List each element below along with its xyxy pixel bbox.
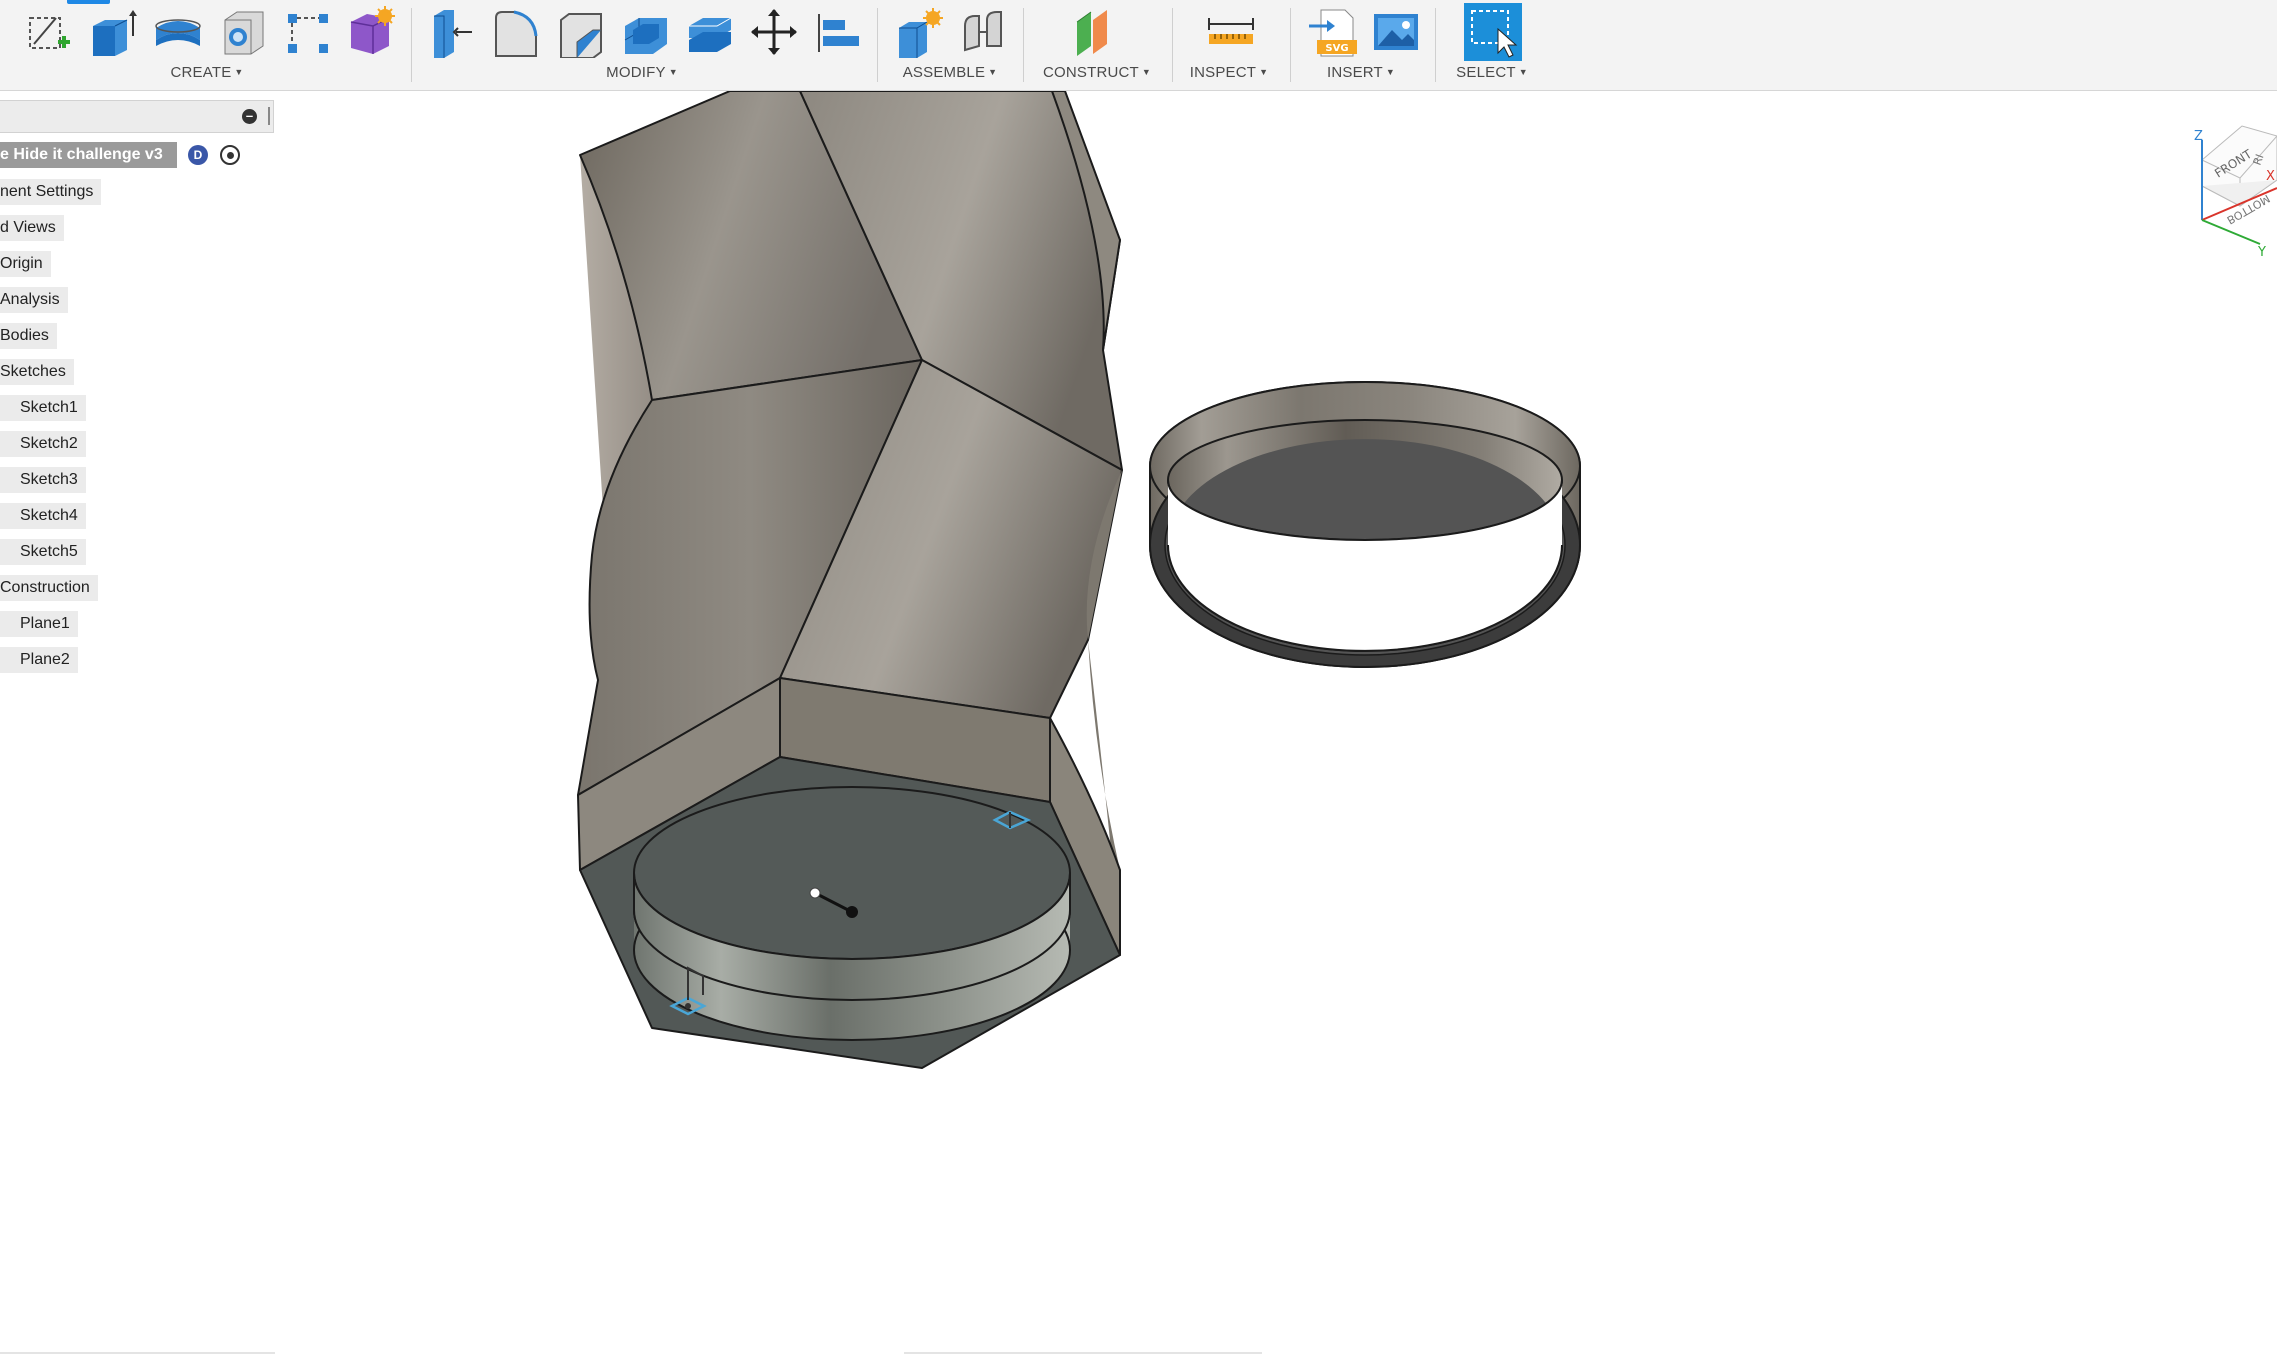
browser-item-label: Analysis <box>0 291 60 308</box>
create-menu[interactable]: CREATE ▼ <box>170 64 243 81</box>
axis-y-label: Y <box>2257 245 2266 260</box>
insert-svg-icon[interactable]: SVG <box>1307 6 1359 58</box>
browser-item-label: nent Settings <box>0 183 94 200</box>
chevron-down-icon: ▼ <box>1385 67 1396 77</box>
browser-item-label: Sketch1 <box>20 399 78 416</box>
construct-menu-label: CONSTRUCT <box>1042 64 1139 81</box>
shell-icon[interactable] <box>619 6 671 58</box>
browser-item-sketch5[interactable]: Sketch5 <box>0 539 86 565</box>
browser-root-label: e Hide it challenge v3 <box>0 146 163 163</box>
browser-item-plane1[interactable]: Plane1 <box>0 611 78 637</box>
insert-menu[interactable]: INSERT ▼ <box>1327 64 1395 81</box>
browser-item-label: Sketch5 <box>20 543 78 560</box>
toolbar-divider <box>411 8 412 82</box>
combine-icon[interactable] <box>683 6 735 58</box>
viewcube[interactable]: FRONT BOTTOM RI Z X Y <box>2190 120 2277 260</box>
move-icon[interactable] <box>748 6 800 58</box>
bottom-divider <box>0 1352 275 1354</box>
browser-item-sketches[interactable]: Sketches <box>0 359 74 385</box>
browser-panel: – e Hide it challenge v3 D nent Settings… <box>0 92 280 692</box>
new-component-icon[interactable] <box>893 6 945 58</box>
browser-item-sketch4[interactable]: Sketch4 <box>0 503 86 529</box>
insert-image-icon[interactable] <box>1370 6 1422 58</box>
insert-menu-label: INSERT <box>1326 64 1383 81</box>
browser-item-label: Sketches <box>0 363 66 380</box>
assemble-menu-label: ASSEMBLE <box>902 64 986 81</box>
browser-item-label: Sketch2 <box>20 435 78 452</box>
measure-icon[interactable] <box>1205 6 1257 58</box>
browser-item-label: Construction <box>0 579 90 596</box>
badge-label: D <box>193 148 203 162</box>
browser-item-origin[interactable]: Origin <box>0 251 51 277</box>
hole-icon[interactable] <box>217 6 269 58</box>
construct-menu[interactable]: CONSTRUCT ▼ <box>1043 64 1151 81</box>
create-sketch-icon[interactable] <box>22 6 74 58</box>
toolbar-divider <box>1172 8 1173 82</box>
browser-item-label: d Views <box>0 219 56 236</box>
ring-body[interactable] <box>1149 381 1581 668</box>
browser-root-document[interactable]: e Hide it challenge v3 <box>0 142 177 168</box>
inspect-menu[interactable]: INSPECT ▼ <box>1190 64 1269 81</box>
document-badge-icon[interactable]: D <box>188 145 208 165</box>
browser-item-label: Sketch4 <box>20 507 78 524</box>
collapse-icon[interactable]: – <box>242 109 257 124</box>
toolbar: CREATE ▼ MODIFY ▼ ASSEMBLE ▼ CONSTRUCT ▼ INS… <box>0 0 2277 91</box>
svg-badge-label: SVG <box>1325 43 1348 54</box>
browser-item-sketch3[interactable]: Sketch3 <box>0 467 86 493</box>
fillet-icon[interactable] <box>490 6 542 58</box>
select-icon[interactable] <box>1464 3 1522 61</box>
modify-menu-label: MODIFY <box>606 64 666 81</box>
activate-radio-icon[interactable] <box>220 145 240 165</box>
toolbar-divider <box>1435 8 1436 82</box>
browser-item-label: Sketch3 <box>20 471 78 488</box>
chevron-down-icon: ▼ <box>1518 67 1528 77</box>
browser-item-label: Bodies <box>0 327 49 344</box>
pattern-icon[interactable] <box>282 6 334 58</box>
browser-item-named-views[interactable]: d Views <box>0 215 64 241</box>
browser-item-sketch2[interactable]: Sketch2 <box>0 431 86 457</box>
browser-item-plane2[interactable]: Plane2 <box>0 647 78 673</box>
chevron-down-icon: ▼ <box>234 67 244 77</box>
browser-header: – <box>0 100 274 133</box>
inspect-menu-label: INSPECT <box>1189 64 1257 81</box>
create-menu-label: CREATE <box>170 64 232 81</box>
revolve-icon[interactable] <box>152 6 204 58</box>
active-tab-indicator <box>67 0 110 4</box>
press-pull-icon[interactable] <box>426 6 478 58</box>
offset-plane-icon[interactable] <box>1071 6 1123 58</box>
select-menu-label: SELECT <box>1456 64 1516 81</box>
axis-x-label: X <box>2266 169 2275 184</box>
assemble-menu[interactable]: ASSEMBLE ▼ <box>903 64 998 81</box>
chamfer-icon[interactable] <box>555 6 607 58</box>
browser-item-bodies[interactable]: Bodies <box>0 323 57 349</box>
bottom-divider <box>904 1352 1262 1354</box>
panel-grip-icon[interactable] <box>268 107 270 125</box>
chevron-down-icon: ▼ <box>988 67 998 77</box>
chevron-down-icon: ▼ <box>1259 67 1269 77</box>
select-menu[interactable]: SELECT ▼ <box>1456 64 1528 81</box>
toolbar-divider <box>1023 8 1024 82</box>
joint-icon[interactable] <box>957 6 1009 58</box>
browser-item-sketch1[interactable]: Sketch1 <box>0 395 86 421</box>
axis-z-label: Z <box>2194 129 2203 144</box>
modify-menu[interactable]: MODIFY ▼ <box>606 64 678 81</box>
chevron-down-icon: ▼ <box>1141 67 1152 77</box>
browser-item-label: Plane1 <box>20 615 70 632</box>
browser-item-label: Plane2 <box>20 651 70 668</box>
browser-item-document-settings[interactable]: nent Settings <box>0 179 102 205</box>
extrude-icon[interactable] <box>87 6 139 58</box>
browser-item-construction[interactable]: Construction <box>0 575 98 601</box>
align-icon[interactable] <box>813 6 865 58</box>
browser-item-analysis[interactable]: Analysis <box>0 287 68 313</box>
toolbar-divider <box>1290 8 1291 82</box>
browser-item-label: Origin <box>0 255 43 272</box>
chevron-down-icon: ▼ <box>668 67 678 77</box>
create-form-icon[interactable] <box>345 6 397 58</box>
toolbar-divider <box>877 8 878 82</box>
3d-viewport[interactable] <box>0 91 2277 1358</box>
